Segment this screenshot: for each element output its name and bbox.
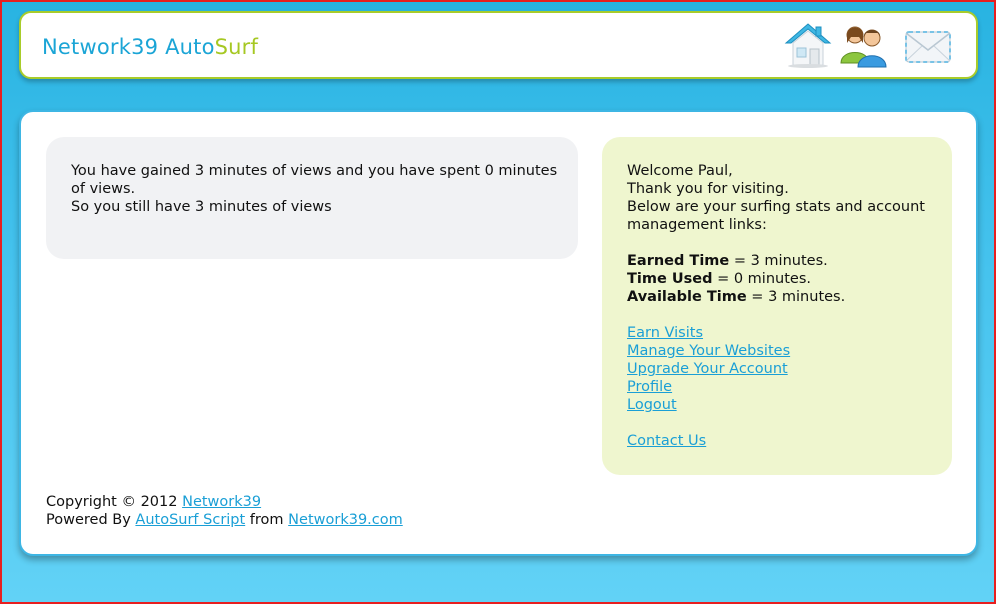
available-time-value: = 3 minutes. (746, 289, 846, 305)
copyright-text: Copyright © 2012 (46, 494, 183, 510)
mail-icon[interactable] (903, 21, 953, 69)
copyright-network39-link[interactable]: Network39 (182, 494, 261, 510)
earned-time-label: Earned Time (627, 253, 730, 269)
earned-time-value: = 3 minutes. (729, 253, 828, 269)
manage-websites-link[interactable]: Manage Your Websites (627, 343, 790, 359)
earn-visits-link[interactable]: Earn Visits (627, 325, 703, 341)
logo-text-accent: Surf (214, 35, 259, 59)
from-text: from (245, 512, 289, 528)
network39-site-link[interactable]: Network39.com (288, 512, 403, 528)
contact-us-link[interactable]: Contact Us (627, 433, 706, 449)
time-used-value: = 0 minutes. (712, 271, 811, 287)
views-remaining-text: So you still have 3 minutes of views (71, 199, 332, 215)
site-logo[interactable]: Network39 AutoSurf (42, 35, 258, 59)
upgrade-account-link[interactable]: Upgrade Your Account (627, 361, 788, 377)
home-icon[interactable] (783, 21, 833, 69)
site-header: Network39 AutoSurf (19, 11, 978, 79)
page-footer: Copyright © 2012 Network39 Powered By Au… (46, 493, 403, 529)
powered-by-text: Powered By (46, 512, 136, 528)
views-summary-box: You have gained 3 minutes of views and y… (46, 137, 578, 259)
autosurf-script-link[interactable]: AutoSurf Script (135, 512, 245, 528)
intro-text: Below are your surfing stats and account… (627, 199, 925, 233)
main-panel: You have gained 3 minutes of views and y… (19, 110, 978, 556)
time-used-label: Time Used (627, 271, 713, 287)
views-summary-text: You have gained 3 minutes of views and y… (71, 162, 561, 216)
logo-text-main: Network39 Auto (42, 35, 215, 59)
logout-link[interactable]: Logout (627, 397, 677, 413)
available-time-label: Available Time (627, 289, 747, 305)
earned-time-stat: Earned Time = 3 minutes. (627, 252, 937, 270)
users-icon[interactable] (839, 21, 889, 69)
views-gained-text: You have gained 3 minutes of views and y… (71, 163, 558, 197)
available-time-stat: Available Time = 3 minutes. (627, 288, 937, 306)
profile-link[interactable]: Profile (627, 379, 672, 395)
account-sidebar: Welcome Paul, Thank you for visiting. Be… (602, 137, 952, 475)
time-used-stat: Time Used = 0 minutes. (627, 270, 937, 288)
welcome-text: Welcome Paul, (627, 163, 733, 179)
thanks-text: Thank you for visiting. (627, 181, 789, 197)
